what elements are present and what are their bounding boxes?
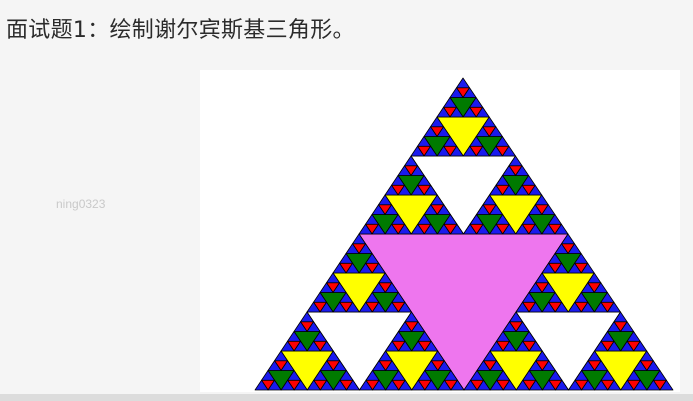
- drawing-canvas: [200, 70, 680, 392]
- sierpinski-triangle: [254, 77, 674, 391]
- corner-triangle-5: [456, 77, 470, 89]
- bottom-divider: [0, 394, 693, 401]
- watermark-text: ning0323: [56, 197, 106, 211]
- page-title: 面试题1：绘制谢尔宾斯基三角形。: [6, 18, 355, 43]
